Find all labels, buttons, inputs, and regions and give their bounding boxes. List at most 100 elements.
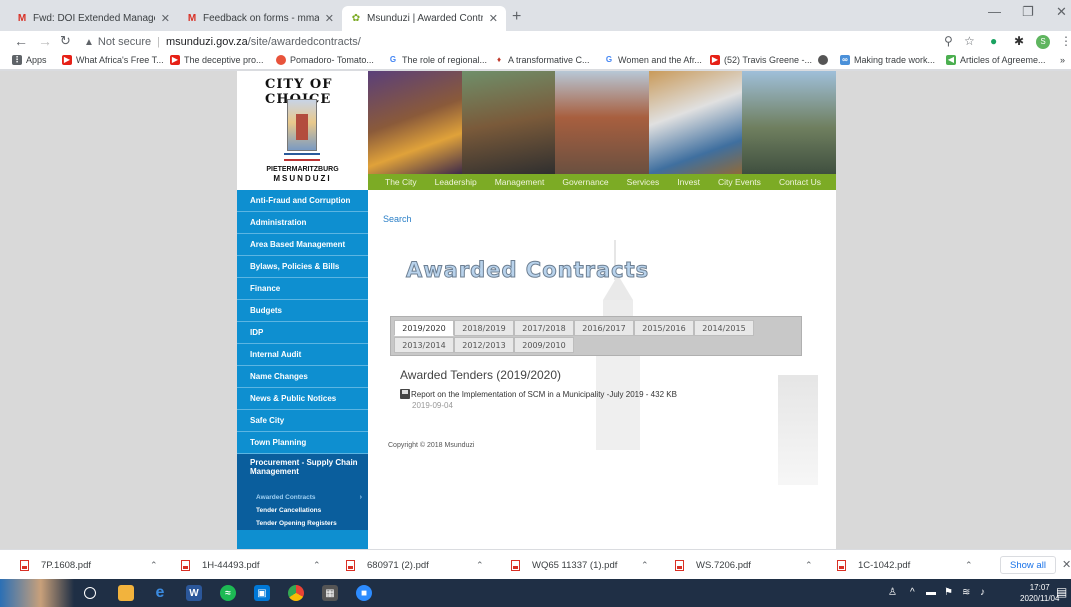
menu-kebab-icon[interactable]: ⋮ xyxy=(1060,34,1071,48)
minimize-icon[interactable]: — xyxy=(988,4,1001,19)
grammarly-icon[interactable]: ● xyxy=(990,34,997,48)
spotify-icon[interactable]: ≈ xyxy=(220,585,236,601)
download-item[interactable]: 7P.1608.pdf ⌃ xyxy=(20,550,158,580)
wifi-icon[interactable]: ≋ xyxy=(962,587,970,598)
sidebar-item-name-changes[interactable]: Name Changes xyxy=(237,366,368,388)
sidebar-item-news[interactable]: News & Public Notices xyxy=(237,388,368,410)
notifications-icon[interactable]: ▤ xyxy=(1056,585,1067,599)
network-icon[interactable]: ⚑ xyxy=(944,587,953,598)
zoom-icon[interactable]: ⚲ xyxy=(944,34,953,48)
chrome-icon[interactable] xyxy=(288,585,304,601)
start-search-area[interactable] xyxy=(0,579,74,607)
cortana-icon[interactable] xyxy=(84,587,96,599)
chevron-up-icon[interactable]: ⌃ xyxy=(150,560,158,571)
bookmark-apps[interactable]: ⋮ Apps xyxy=(12,55,47,65)
reload-icon[interactable]: ↻ xyxy=(60,33,71,49)
bookmark-item[interactable]: Pomadoro- Tomato... xyxy=(276,55,374,65)
chevron-up-icon[interactable]: ⌃ xyxy=(313,560,321,571)
bookmark-item[interactable]: ▶ The deceptive pro... xyxy=(170,55,264,65)
sidebar-sub-tender-cancellations[interactable]: Tender Cancellations xyxy=(237,504,368,517)
tab-2016-2017[interactable]: 2016/2017 xyxy=(574,320,634,336)
bookmark-item[interactable]: ▶ What Africa's Free T... xyxy=(62,55,164,65)
forward-icon[interactable]: → xyxy=(38,33,52,49)
tab-2013-2014[interactable]: 2013/2014 xyxy=(394,337,454,353)
sidebar-item-town-planning[interactable]: Town Planning xyxy=(237,432,368,454)
bookmark-item[interactable]: G The role of regional... xyxy=(388,55,487,65)
tender-document-link[interactable]: Report on the Implementation of SCM in a… xyxy=(411,390,677,399)
tab-2019-2020[interactable]: 2019/2020 xyxy=(394,320,454,336)
browser-tab-1[interactable]: M Fwd: DOI Extended Managemen ✕ xyxy=(8,6,178,31)
close-tab-icon[interactable]: ✕ xyxy=(489,12,498,25)
new-tab-button[interactable]: + xyxy=(512,8,521,26)
tab-2018-2019[interactable]: 2018/2019 xyxy=(454,320,514,336)
bookmark-item[interactable]: ◀ Articles of Agreeme... xyxy=(946,55,1046,65)
tab-2017-2018[interactable]: 2017/2018 xyxy=(514,320,574,336)
sidebar-item-finance[interactable]: Finance xyxy=(237,278,368,300)
tab-2009-2010[interactable]: 2009/2010 xyxy=(514,337,574,353)
download-filename: 7P.1608.pdf xyxy=(41,559,92,571)
show-all-button[interactable]: Show all xyxy=(1000,556,1056,574)
file-explorer-icon[interactable] xyxy=(118,585,134,601)
browser-tab-2[interactable]: M Feedback on forms - mmaziwis ✕ xyxy=(178,6,342,31)
city-logo[interactable]: CITY OF CHOICE PIETERMARITZBURG MSUNDUZI xyxy=(237,71,368,188)
nav-management[interactable]: Management xyxy=(495,177,545,187)
nav-invest[interactable]: Invest xyxy=(677,177,700,187)
download-item[interactable]: WS.7206.pdf ⌃ xyxy=(675,550,813,580)
bookmark-item[interactable]: ♦ A transformative C... xyxy=(494,55,590,65)
download-item[interactable]: 1H-44493.pdf ⌃ xyxy=(181,550,321,580)
sidebar-item-bylaws[interactable]: Bylaws, Policies & Bills xyxy=(237,256,368,278)
download-item[interactable]: 1C-1042.pdf ⌃ xyxy=(837,550,973,580)
sidebar-item-idp[interactable]: IDP xyxy=(237,322,368,344)
bookmark-item[interactable]: ▶ (52) Travis Greene -... xyxy=(710,55,812,65)
profile-avatar-icon[interactable]: S xyxy=(1036,35,1050,49)
chevron-up-icon[interactable]: ⌃ xyxy=(805,560,813,571)
more-bookmarks-icon[interactable]: » xyxy=(1060,55,1065,65)
volume-icon[interactable]: ♪ xyxy=(980,587,985,598)
chevron-up-icon[interactable]: ⌃ xyxy=(476,560,484,571)
chevron-up-icon[interactable]: ⌃ xyxy=(965,560,973,571)
sidebar-item-budgets[interactable]: Budgets xyxy=(237,300,368,322)
nav-the-city[interactable]: The City xyxy=(385,177,417,187)
sidebar-item-procurement[interactable]: Procurement - Supply Chain Management xyxy=(237,454,368,491)
people-icon[interactable]: ♙ xyxy=(888,587,897,598)
store-icon[interactable]: ▣ xyxy=(254,585,270,601)
calculator-icon[interactable]: ▦ xyxy=(322,585,338,601)
bookmark-item[interactable]: G Women and the Afr... xyxy=(604,55,702,65)
nav-contact-us[interactable]: Contact Us xyxy=(779,177,821,187)
window-close-icon[interactable]: ✕ xyxy=(1056,4,1067,20)
tab-2015-2016[interactable]: 2015/2016 xyxy=(634,320,694,336)
sidebar-item-administration[interactable]: Administration xyxy=(237,212,368,234)
word-icon[interactable]: W xyxy=(186,585,202,601)
search-link[interactable]: Search xyxy=(383,214,412,224)
back-icon[interactable]: ← xyxy=(14,33,28,49)
edge-icon[interactable]: e xyxy=(152,584,168,601)
bookmark-star-icon[interactable]: ☆ xyxy=(964,34,975,48)
close-tab-icon[interactable]: ✕ xyxy=(161,12,170,25)
nav-services[interactable]: Services xyxy=(627,177,660,187)
battery-icon[interactable]: ▬ xyxy=(926,587,936,598)
nav-governance[interactable]: Governance xyxy=(562,177,608,187)
chevron-up-icon[interactable]: ^ xyxy=(910,587,915,598)
sidebar-item-internal-audit[interactable]: Internal Audit xyxy=(237,344,368,366)
tab-2012-2013[interactable]: 2012/2013 xyxy=(454,337,514,353)
sidebar-sub-tender-opening-registers[interactable]: Tender Opening Registers xyxy=(237,517,368,530)
address-bar[interactable]: ▲ Not secure | msunduzi.gov.za /site/awa… xyxy=(84,33,952,51)
nav-leadership[interactable]: Leadership xyxy=(435,177,477,187)
chevron-up-icon[interactable]: ⌃ xyxy=(641,560,649,571)
download-item[interactable]: 680971 (2).pdf ⌃ xyxy=(346,550,484,580)
tab-2014-2015[interactable]: 2014/2015 xyxy=(694,320,754,336)
extensions-icon[interactable]: ✱ xyxy=(1014,34,1024,48)
sidebar-item-safe-city[interactable]: Safe City xyxy=(237,410,368,432)
browser-tab-3-active[interactable]: ✿ Msunduzi | Awarded Contracts ✕ xyxy=(342,6,506,31)
sidebar-sub-awarded-contracts[interactable]: Awarded Contracts › xyxy=(237,491,368,504)
close-downloads-icon[interactable]: ✕ xyxy=(1062,558,1071,571)
download-item[interactable]: WQ65 11337 (1).pdf ⌃ xyxy=(511,550,649,580)
nav-city-events[interactable]: City Events xyxy=(718,177,761,187)
system-clock[interactable]: 17:07 2020/11/04 xyxy=(1020,582,1059,604)
close-tab-icon[interactable]: ✕ xyxy=(325,12,334,25)
bookmark-item[interactable]: ∞ Making trade work... xyxy=(818,55,935,65)
restore-icon[interactable]: ❐ xyxy=(1022,4,1034,20)
zoom-app-icon[interactable]: ■ xyxy=(356,585,372,601)
sidebar-item-anti-fraud[interactable]: Anti-Fraud and Corruption xyxy=(237,190,368,212)
sidebar-item-area-based-management[interactable]: Area Based Management xyxy=(237,234,368,256)
